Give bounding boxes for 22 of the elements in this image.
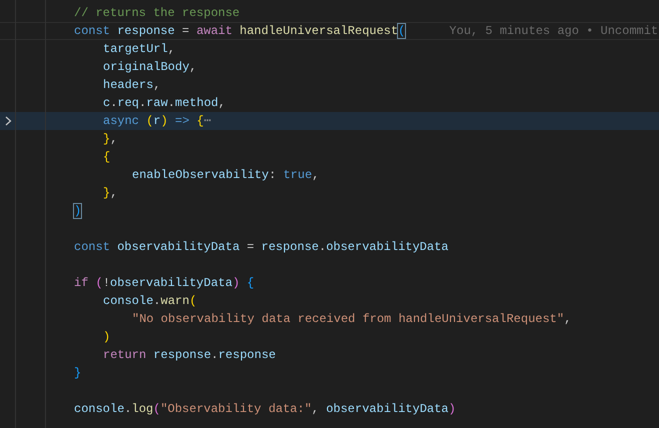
code-text: ) <box>102 329 110 346</box>
code-text: return response.response <box>102 347 276 364</box>
code-text: console.warn( <box>102 293 197 310</box>
code-text: targetUrl, <box>102 41 176 58</box>
code-text: } <box>73 365 82 382</box>
code-text: "No observability data received from handleUniversalRequest", <box>131 311 572 328</box>
code-text: { <box>102 149 110 166</box>
code-text: headers, <box>102 77 161 94</box>
code-text: async (r) => {⋯ <box>102 113 212 130</box>
chevron-right-icon[interactable] <box>4 116 12 126</box>
code-text: console.log("Observability data:", observabilityData) <box>73 401 456 418</box>
code-text: originalBody, <box>102 59 197 76</box>
code-text: ) <box>73 203 82 220</box>
code-text: // returns the response <box>73 5 240 22</box>
code-text: enableObservability: true, <box>131 167 320 184</box>
code-text: if (!observabilityData) { <box>73 275 254 292</box>
code-text: }, <box>102 185 118 202</box>
code-text: c.req.raw.method, <box>102 95 226 112</box>
code-text: const response = await handleUniversalRequest( <box>73 23 406 40</box>
code-text: const observabilityData = response.observabilityData <box>73 239 448 256</box>
code-text: }, <box>102 131 118 148</box>
blame-annotation: You, 5 minutes ago • Uncommit <box>449 23 658 40</box>
